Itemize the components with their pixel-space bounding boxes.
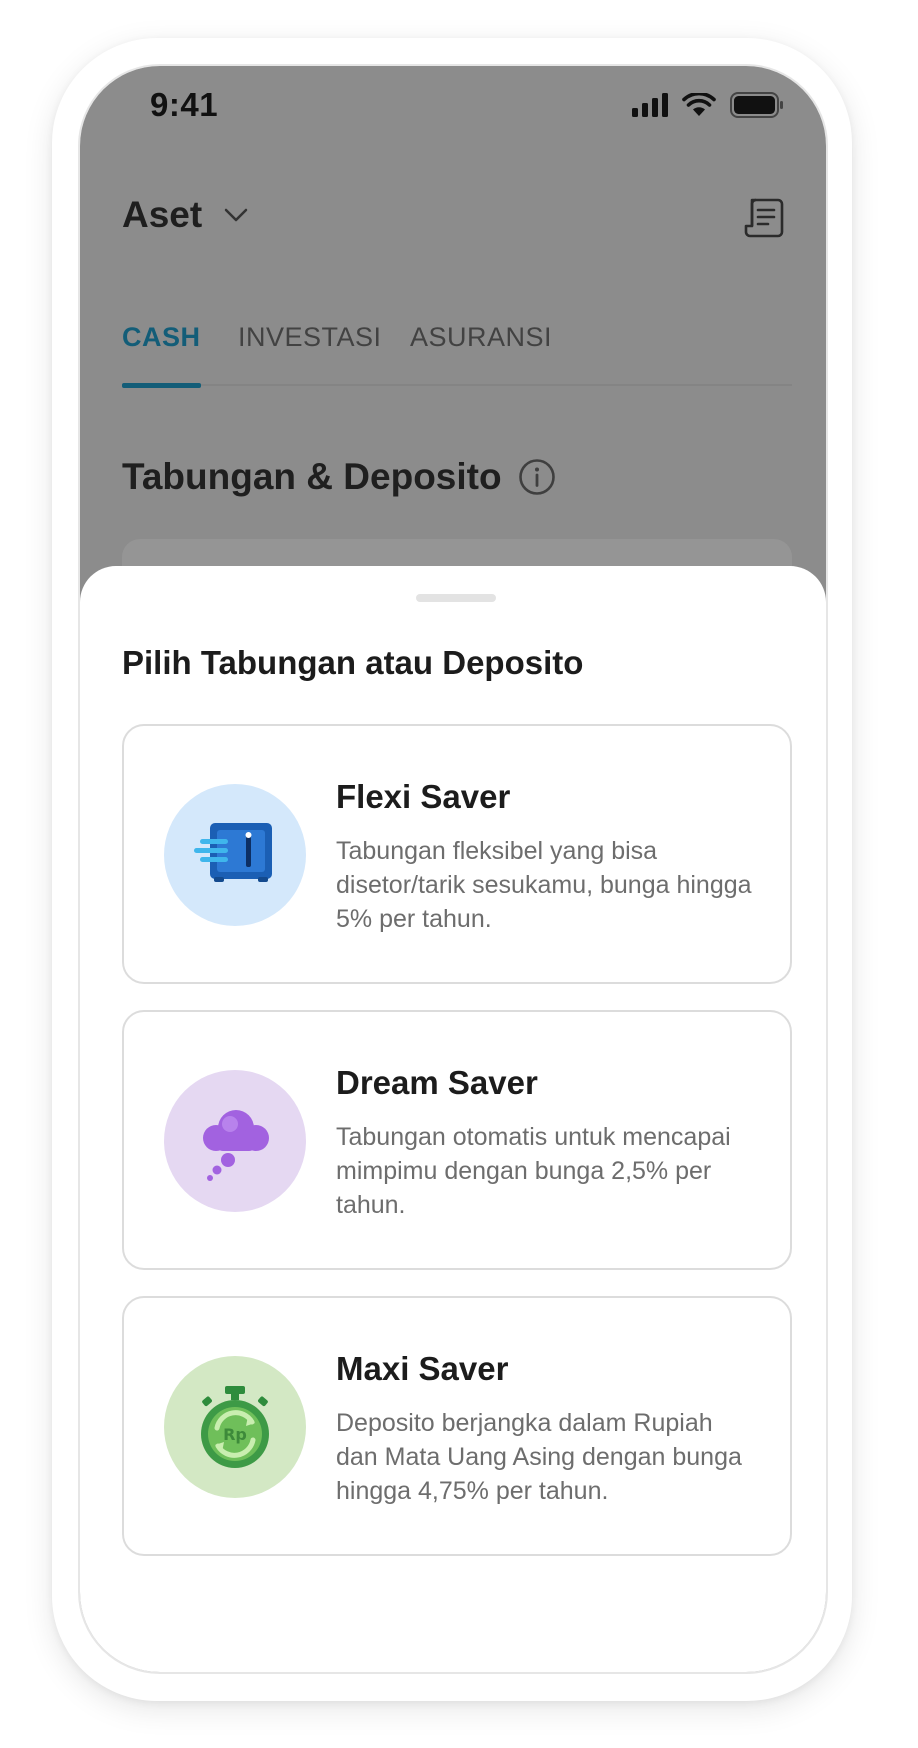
option-description: Tabungan otomatis untuk mencapai mimpimu… xyxy=(336,1123,731,1219)
option-title: Dream Saver xyxy=(336,1064,538,1101)
section-header: Tabungan & Deposito xyxy=(122,456,556,498)
option-title: Maxi Saver xyxy=(336,1350,509,1387)
option-description: Tabungan fleksibel yang bisa disetor/tar… xyxy=(336,837,752,933)
cloud-icon xyxy=(164,1070,306,1212)
battery-icon xyxy=(730,92,783,118)
sheet-title: Pilih Tabungan atau Deposito xyxy=(122,644,584,681)
wifi-icon xyxy=(682,93,716,116)
tab-investasi[interactable]: INVESTASI xyxy=(238,314,382,386)
signal-icon xyxy=(632,93,668,117)
option-flexi-saver[interactable]: Flexi Saver Tabungan fleksibel yang bisa… xyxy=(122,724,792,984)
phone-screen: 9:41 Aset CASH INVESTASI ASURANSI Tabung… xyxy=(78,64,828,1674)
option-dream-saver[interactable]: Dream Saver Tabungan otomatis untuk menc… xyxy=(122,1010,792,1270)
option-title: Flexi Saver xyxy=(336,778,511,815)
bottom-sheet: Pilih Tabungan atau Deposito Flexi Saver… xyxy=(80,566,826,1672)
tab-asuransi[interactable]: ASURANSI xyxy=(410,314,552,386)
document-icon[interactable] xyxy=(742,196,786,240)
page-header[interactable]: Aset xyxy=(122,194,248,236)
option-description: Deposito berjangka dalam Rupiah dan Mata… xyxy=(336,1409,742,1505)
section-title: Tabungan & Deposito xyxy=(122,456,502,497)
asset-tabs: CASH INVESTASI ASURANSI xyxy=(122,314,792,388)
stopwatch-icon: Rp xyxy=(164,1356,306,1498)
option-maxi-saver[interactable]: Rp Maxi Saver Deposito berjangka dalam R… xyxy=(122,1296,792,1556)
safe-icon xyxy=(164,784,306,926)
status-time: 9:41 xyxy=(150,86,219,123)
status-bar: 9:41 xyxy=(80,66,826,166)
chevron-down-icon[interactable] xyxy=(224,208,248,222)
status-icons xyxy=(632,92,784,118)
tab-cash[interactable]: CASH xyxy=(122,314,201,388)
svg-text:Rp: Rp xyxy=(223,1425,247,1444)
page-title: Aset xyxy=(122,194,203,235)
sheet-drag-handle[interactable] xyxy=(416,594,496,602)
info-icon[interactable] xyxy=(518,458,556,496)
